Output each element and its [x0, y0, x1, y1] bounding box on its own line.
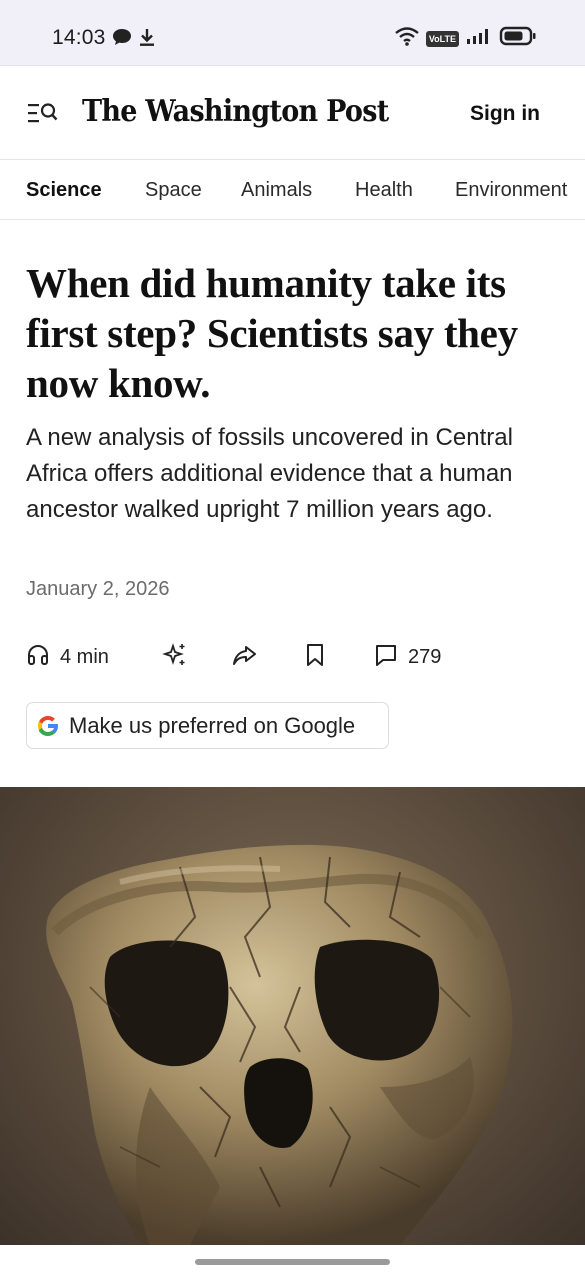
section-nav: Science Space Animals Health Environment [0, 160, 585, 220]
nav-item-environment[interactable]: Environment [455, 179, 567, 202]
comments-count: 279 [408, 645, 442, 668]
article-date: January 2, 2026 [26, 578, 170, 600]
gesture-bar [0, 1245, 585, 1280]
status-left-icons [112, 27, 156, 52]
share-icon [232, 643, 258, 672]
site-header: The Washington Post Sign in [0, 66, 585, 160]
listen-duration: 4 min [60, 645, 109, 668]
download-icon [138, 27, 156, 52]
status-time: 14:03 [52, 26, 106, 49]
nav-item-space[interactable]: Space [145, 179, 202, 202]
comment-icon [374, 643, 398, 672]
save-button[interactable] [304, 640, 326, 674]
home-indicator[interactable] [195, 1259, 390, 1265]
article-dek: A new analysis of fossils uncovered in C… [26, 424, 513, 523]
nav-item-science[interactable]: Science [26, 179, 102, 202]
status-right-icons: VoLTE [394, 26, 537, 51]
article-headline: When did humanity take its first step? S… [26, 260, 518, 406]
signal-icon [465, 26, 493, 51]
fossil-skull-image [0, 787, 585, 1245]
nav-item-health[interactable]: Health [355, 179, 413, 202]
comments-button[interactable]: 279 [374, 640, 441, 674]
washington-post-logo[interactable]: The Washington Post [82, 94, 389, 129]
nav-item-animals[interactable]: Animals [241, 179, 312, 202]
menu-search-icon[interactable] [28, 102, 58, 124]
chat-bubble-icon [112, 28, 132, 51]
google-g-icon [35, 713, 61, 739]
bookmark-icon [304, 643, 326, 672]
sparkle-icon [162, 642, 188, 673]
article-actions: 4 min 279 [26, 640, 566, 674]
wifi-icon [394, 26, 420, 51]
volte-icon: VoLTE [425, 30, 459, 47]
sign-in-button[interactable]: Sign in [470, 102, 540, 126]
listen-button[interactable]: 4 min [26, 640, 109, 674]
status-bar: 14:03 VoLTE [0, 0, 585, 66]
google-preferred-button[interactable]: Make us preferred on Google [26, 702, 389, 749]
share-button[interactable] [232, 640, 258, 674]
google-preferred-label: Make us preferred on Google [69, 712, 356, 738]
summarize-button[interactable] [162, 640, 188, 674]
battery-icon [499, 26, 537, 51]
headphones-icon [26, 643, 50, 672]
